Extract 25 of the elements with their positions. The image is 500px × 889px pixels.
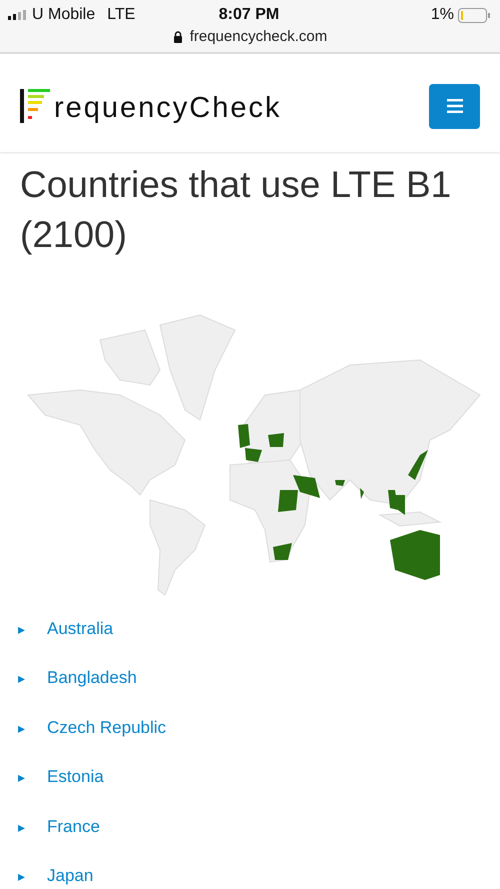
battery-icon bbox=[458, 8, 490, 22]
country-link[interactable]: Bangladesh bbox=[47, 668, 137, 688]
url-text[interactable]: frequencycheck.com bbox=[190, 28, 328, 45]
network-type: LTE bbox=[107, 6, 136, 24]
signal-icon bbox=[8, 10, 28, 20]
caret-icon: ▸ bbox=[18, 769, 25, 786]
logo-bars-icon bbox=[20, 89, 52, 123]
carrier-name: U Mobile bbox=[32, 6, 96, 24]
country-link[interactable]: Australia bbox=[47, 618, 114, 639]
clock-time: 8:07 PM bbox=[218, 6, 280, 24]
battery-percent: 1% bbox=[430, 6, 454, 24]
caret-icon: ▸ bbox=[18, 620, 25, 637]
lock-icon bbox=[172, 30, 183, 42]
menu-icon bbox=[446, 99, 462, 113]
country-link[interactable]: Estonia bbox=[47, 767, 104, 788]
country-link[interactable]: France bbox=[47, 816, 100, 837]
country-link[interactable]: Japan bbox=[47, 866, 94, 886]
caret-icon: ▸ bbox=[18, 868, 25, 884]
caret-icon: ▸ bbox=[18, 818, 25, 835]
caret-icon: ▸ bbox=[18, 720, 25, 736]
logo-text[interactable]: requencyCheck bbox=[54, 94, 282, 123]
country-link[interactable]: Czech Republic bbox=[47, 718, 166, 738]
caret-icon: ▸ bbox=[18, 670, 25, 686]
menu-button[interactable] bbox=[429, 84, 480, 128]
page-title: Countries that use LTE B1 (2100) bbox=[20, 163, 452, 257]
